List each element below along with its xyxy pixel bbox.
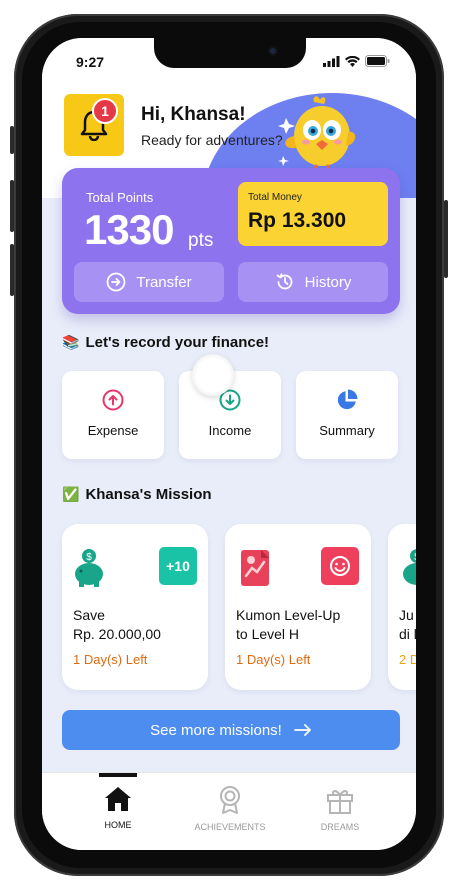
mission-card[interactable]: $ +10 Save Rp. 20.000,00 1 Day(s) Left	[62, 524, 208, 690]
greeting-subtitle: Ready for adventures?	[141, 132, 283, 148]
summary-label: Summary	[319, 423, 375, 438]
svg-text:$: $	[86, 552, 92, 563]
summary-button[interactable]: Summary	[296, 371, 398, 459]
arrow-right-icon	[293, 724, 311, 736]
nav-home-label: HOME	[104, 820, 132, 830]
battery-icon	[365, 55, 390, 67]
piggy-bank-icon: $	[75, 549, 103, 587]
total-money-value: Rp 13.300	[248, 209, 347, 232]
bottom-nav: HOME ACHIEVEMENTS DREAMS	[42, 772, 416, 850]
see-more-missions-button[interactable]: See more missions!	[62, 710, 400, 750]
arrow-up-circle-icon	[102, 389, 124, 411]
transfer-arrow-icon	[106, 272, 126, 292]
expense-button[interactable]: Expense	[62, 371, 164, 459]
notch	[154, 38, 306, 68]
home-icon	[105, 787, 131, 811]
total-points-unit: pts	[188, 230, 214, 251]
history-label: History	[304, 273, 352, 291]
mission-days-left: 1 Day(s) Left	[73, 652, 148, 667]
mission-name: Ju di l	[399, 607, 416, 642]
app-screen: 9:27 1 Hi, Khansa! Ready for adventures?…	[42, 38, 416, 850]
income-label: Income	[208, 423, 252, 438]
history-clock-icon	[276, 273, 293, 290]
mission-card[interactable]: Kumon Level-Up to Level H 1 Day(s) Left	[225, 524, 371, 690]
mission-name: Save Rp. 20.000,00	[73, 607, 161, 642]
finance-title: Let's record your finance!	[85, 334, 270, 351]
power-button	[444, 200, 448, 278]
volume-up-button	[10, 180, 14, 232]
transfer-label: Transfer	[136, 273, 192, 291]
notification-badge: 1	[92, 98, 118, 124]
nav-dreams[interactable]: DREAMS	[290, 785, 390, 832]
expense-label: Expense	[87, 423, 139, 438]
total-points-label: Total Points	[86, 190, 154, 205]
pie-chart-icon	[337, 389, 358, 410]
books-icon: 📚	[62, 334, 80, 350]
medal-icon	[220, 786, 240, 814]
mission-card[interactable]: $ Ju di l 2 D	[388, 524, 416, 690]
checkmark-icon: ✅	[62, 486, 80, 502]
smiley-badge-icon	[321, 547, 359, 585]
mission-days-left: 2 D	[399, 652, 416, 667]
mission-section-title: ✅ Khansa's Mission	[62, 486, 212, 503]
svg-text:$: $	[414, 552, 416, 563]
volume-down-button	[10, 244, 14, 296]
touch-indicator	[192, 354, 234, 396]
finance-section-title: 📚 Let's record your finance!	[62, 334, 269, 351]
total-money-label: Total Money	[248, 192, 302, 203]
piggy-bank-icon: $	[403, 549, 416, 585]
points-card: Total Points 1330 pts Total Money Rp 13.…	[62, 168, 400, 314]
active-tab-indicator	[99, 773, 137, 777]
reward-badge: +10	[159, 547, 197, 585]
mission-days-left: 1 Day(s) Left	[236, 652, 311, 667]
total-points-value: 1330	[84, 206, 174, 253]
nav-dreams-label: DREAMS	[320, 822, 360, 832]
total-money-box: Total Money Rp 13.300	[238, 182, 388, 246]
history-button[interactable]: History	[238, 262, 388, 302]
report-chart-icon	[241, 550, 269, 586]
status-time: 9:27	[76, 54, 105, 70]
mission-title: Khansa's Mission	[85, 486, 212, 503]
status-icons	[323, 55, 390, 67]
greeting-title: Hi, Khansa!	[141, 104, 246, 125]
gift-icon	[327, 790, 353, 814]
front-camera	[268, 46, 278, 56]
see-more-label: See more missions!	[150, 721, 282, 739]
transfer-button[interactable]: Transfer	[74, 262, 224, 302]
mute-switch	[10, 126, 14, 154]
nav-home[interactable]: HOME	[68, 785, 168, 830]
nav-achievements[interactable]: ACHIEVEMENTS	[180, 785, 280, 832]
signal-icon	[323, 55, 340, 67]
mission-name: Kumon Level-Up to Level H	[236, 607, 341, 642]
wifi-icon	[345, 55, 360, 67]
nav-achievements-label: ACHIEVEMENTS	[194, 822, 266, 832]
